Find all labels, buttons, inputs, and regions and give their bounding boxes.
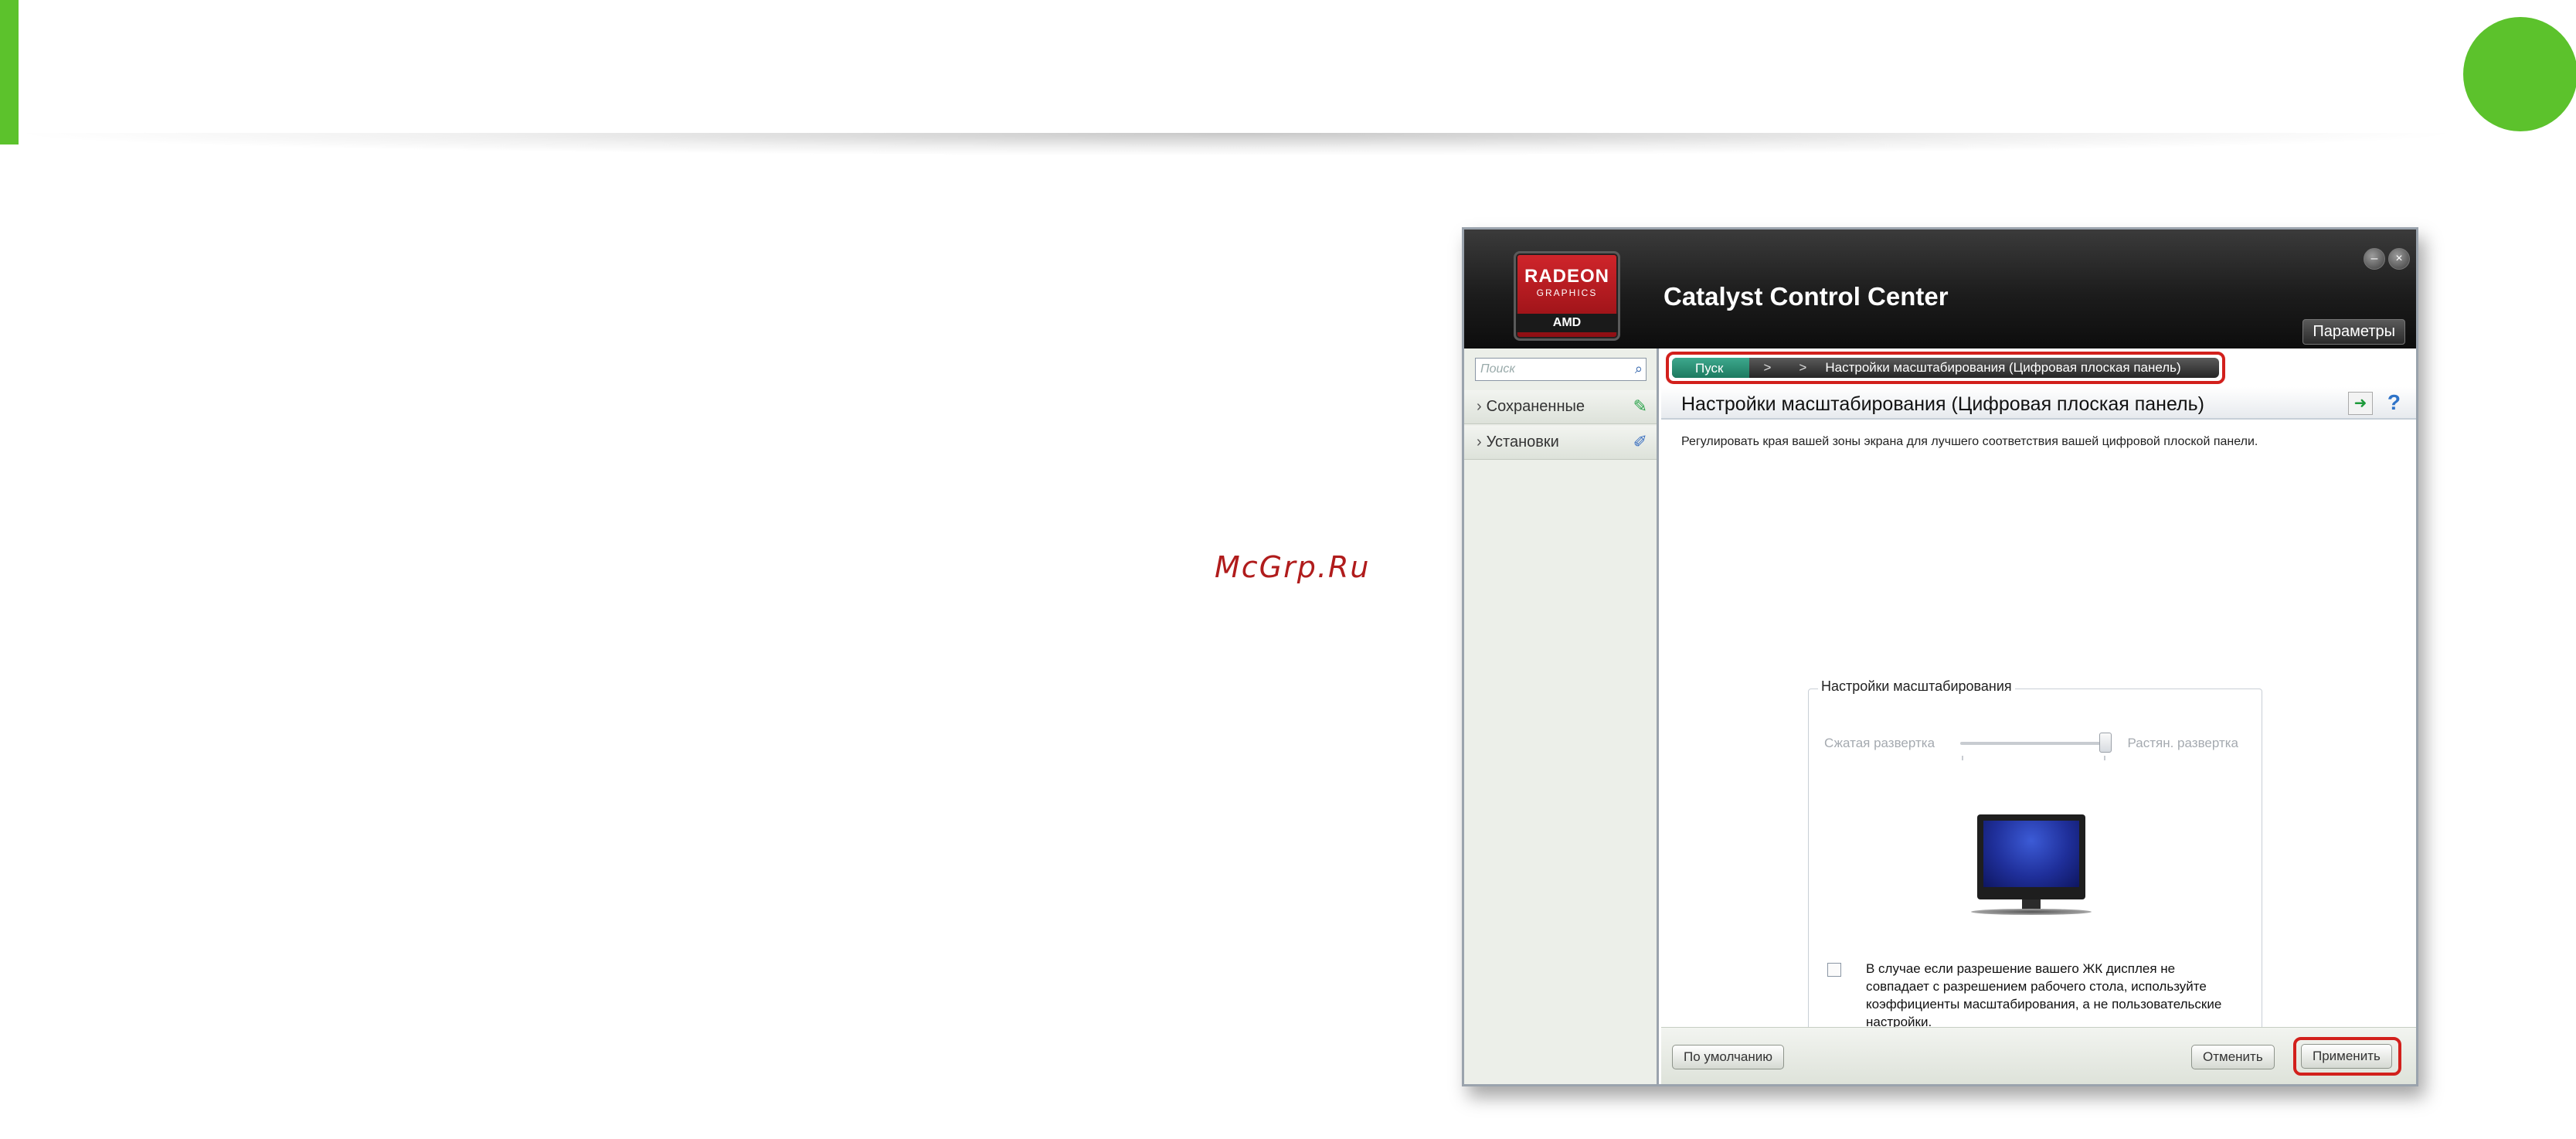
breadcrumb-separator[interactable]: > bbox=[1785, 360, 1820, 376]
search-icon[interactable]: ⌕ bbox=[1635, 361, 1643, 377]
page-title: Настройки масштабирования (Цифровая плос… bbox=[1681, 393, 2204, 415]
tools-icon: ✐ bbox=[1633, 432, 1647, 451]
breadcrumb-highlight: Пуск > > Настройки масштабирования (Цифр… bbox=[1666, 352, 2225, 384]
scaling-group: Настройки масштабирования Сжатая разверт… bbox=[1808, 678, 2262, 1056]
header-divider bbox=[0, 133, 2472, 156]
slider-max-label: Растян. развертка bbox=[2127, 736, 2239, 750]
watermark: McGrp.Ru bbox=[1215, 550, 1371, 584]
page-header: Настройки масштабирования (Цифровая плос… bbox=[1661, 387, 2416, 420]
monitor-base bbox=[1971, 909, 2092, 915]
slider-thumb[interactable] bbox=[2099, 733, 2112, 753]
checkbox-label: В случае если разрешение вашего ЖК диспл… bbox=[1866, 961, 2222, 1029]
default-button[interactable]: По умолчанию bbox=[1672, 1045, 1784, 1069]
minimize-button[interactable]: – bbox=[2364, 248, 2385, 270]
scaling-checkbox[interactable] bbox=[1827, 963, 1841, 977]
sidebar-item-label: Установки bbox=[1486, 434, 1559, 450]
sidebar-item-label: Сохраненные bbox=[1486, 398, 1585, 415]
pin-page-icon[interactable]: ➜ bbox=[2348, 392, 2373, 415]
apply-highlight: Применить bbox=[2293, 1037, 2401, 1076]
slider-tick bbox=[2104, 756, 2105, 760]
slide: McGrp.Ru RADEON GRAPHICS AMD Catalyst Co… bbox=[0, 0, 2576, 1139]
help-icon[interactable]: ? bbox=[2387, 390, 2401, 415]
cancel-button[interactable]: Отменить bbox=[2191, 1045, 2275, 1069]
sidebar-item-settings[interactable]: › Установки ✐ bbox=[1464, 426, 1657, 460]
titlebar: RADEON GRAPHICS AMD Catalyst Control Cen… bbox=[1464, 230, 2416, 348]
breadcrumb-separator[interactable]: > bbox=[1749, 360, 1785, 376]
logo-line-2: GRAPHICS bbox=[1536, 287, 1598, 298]
monitor-bezel bbox=[1977, 814, 2085, 899]
group-title: Настройки масштабирования bbox=[1818, 678, 2015, 695]
accent-circle bbox=[2463, 17, 2576, 131]
slider-min-label: Сжатая развертка bbox=[1824, 736, 1935, 750]
sidebar-item-saved[interactable]: › Сохраненные ✎ bbox=[1464, 390, 1657, 424]
search-placeholder: Поиск bbox=[1480, 362, 1515, 376]
monitor-screen bbox=[1983, 821, 2079, 887]
main-panel: Пуск > > Настройки масштабирования (Цифр… bbox=[1661, 348, 2416, 1084]
logo-line-3: AMD bbox=[1516, 314, 1618, 332]
page-description: Регулировать края вашей зоны экрана для … bbox=[1681, 435, 2258, 448]
apply-button[interactable]: Применить bbox=[2301, 1044, 2392, 1069]
breadcrumb-current[interactable]: Настройки масштабирования (Цифровая плос… bbox=[1820, 360, 2180, 376]
close-button[interactable]: × bbox=[2388, 248, 2410, 270]
catalyst-window: RADEON GRAPHICS AMD Catalyst Control Cen… bbox=[1462, 227, 2418, 1086]
scaling-slider[interactable] bbox=[1960, 742, 2107, 745]
params-button[interactable]: Параметры bbox=[2302, 319, 2405, 345]
accent-bar bbox=[0, 0, 19, 144]
breadcrumb: Пуск > > Настройки масштабирования (Цифр… bbox=[1672, 358, 2219, 378]
sidebar: Поиск ⌕ › Сохраненные ✎ › Установки ✐ bbox=[1464, 348, 1659, 1084]
search-input[interactable]: Поиск ⌕ bbox=[1475, 358, 1647, 381]
slider-tick bbox=[1962, 756, 1963, 760]
app-title: Catalyst Control Center bbox=[1664, 282, 1949, 311]
breadcrumb-home[interactable]: Пуск bbox=[1672, 358, 1750, 378]
logo-line-1: RADEON bbox=[1524, 266, 1609, 287]
pin-icon: ✎ bbox=[1633, 396, 1647, 416]
chevron-right-icon: › bbox=[1477, 398, 1482, 415]
footer-bar: По умолчанию Отменить Применить bbox=[1661, 1027, 2416, 1084]
radeon-logo: RADEON GRAPHICS AMD bbox=[1514, 251, 1620, 341]
chevron-right-icon: › bbox=[1477, 434, 1482, 450]
monitor-icon bbox=[1968, 814, 2107, 923]
